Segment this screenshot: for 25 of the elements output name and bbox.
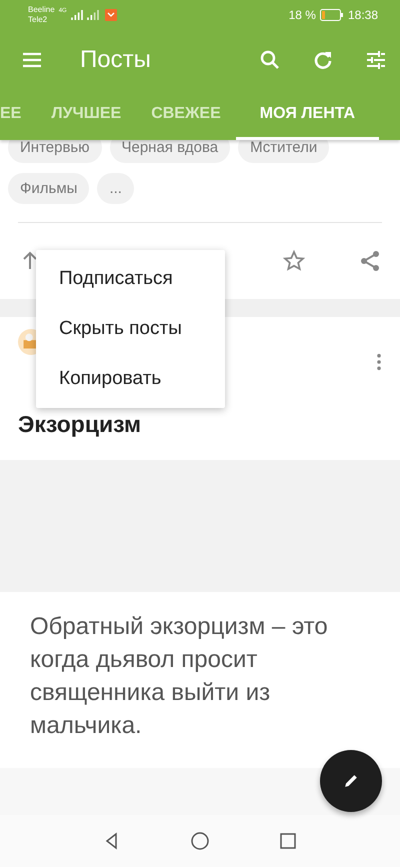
- notification-icon: [104, 9, 117, 21]
- share-icon[interactable]: [358, 249, 382, 273]
- tag-chip[interactable]: Мстители: [238, 140, 330, 163]
- star-icon[interactable]: [282, 249, 306, 273]
- filter-icon[interactable]: [364, 48, 388, 72]
- tag-chip[interactable]: Черная вдова: [110, 140, 230, 163]
- carrier-name: Beeline: [28, 5, 55, 15]
- signal-icon: [86, 10, 99, 20]
- battery-percentage: 18 %: [288, 8, 316, 22]
- tag-chip[interactable]: ...: [97, 173, 134, 204]
- menu-item[interactable]: Копировать: [36, 354, 225, 404]
- menu-item[interactable]: Подписаться: [36, 254, 225, 304]
- clock: 18:38: [348, 8, 378, 22]
- menu-item[interactable]: Скрыть посты: [36, 304, 225, 354]
- battery-icon: [320, 9, 344, 21]
- tag-chip[interactable]: Интервью: [8, 140, 102, 163]
- post-title: Экзорцизм: [18, 411, 142, 439]
- tag-chip[interactable]: Фильмы: [8, 173, 90, 204]
- home-icon[interactable]: [190, 831, 210, 851]
- carrier-name: Tele2: [28, 15, 48, 25]
- image-text: Обратный экзорцизм – это когда дьявол просит священника выйти из мальчика.: [30, 612, 329, 741]
- screen-title: Посты: [80, 46, 152, 74]
- more-options-icon[interactable]: [376, 353, 382, 371]
- signal-icon: [70, 10, 83, 20]
- recents-icon[interactable]: [278, 831, 298, 851]
